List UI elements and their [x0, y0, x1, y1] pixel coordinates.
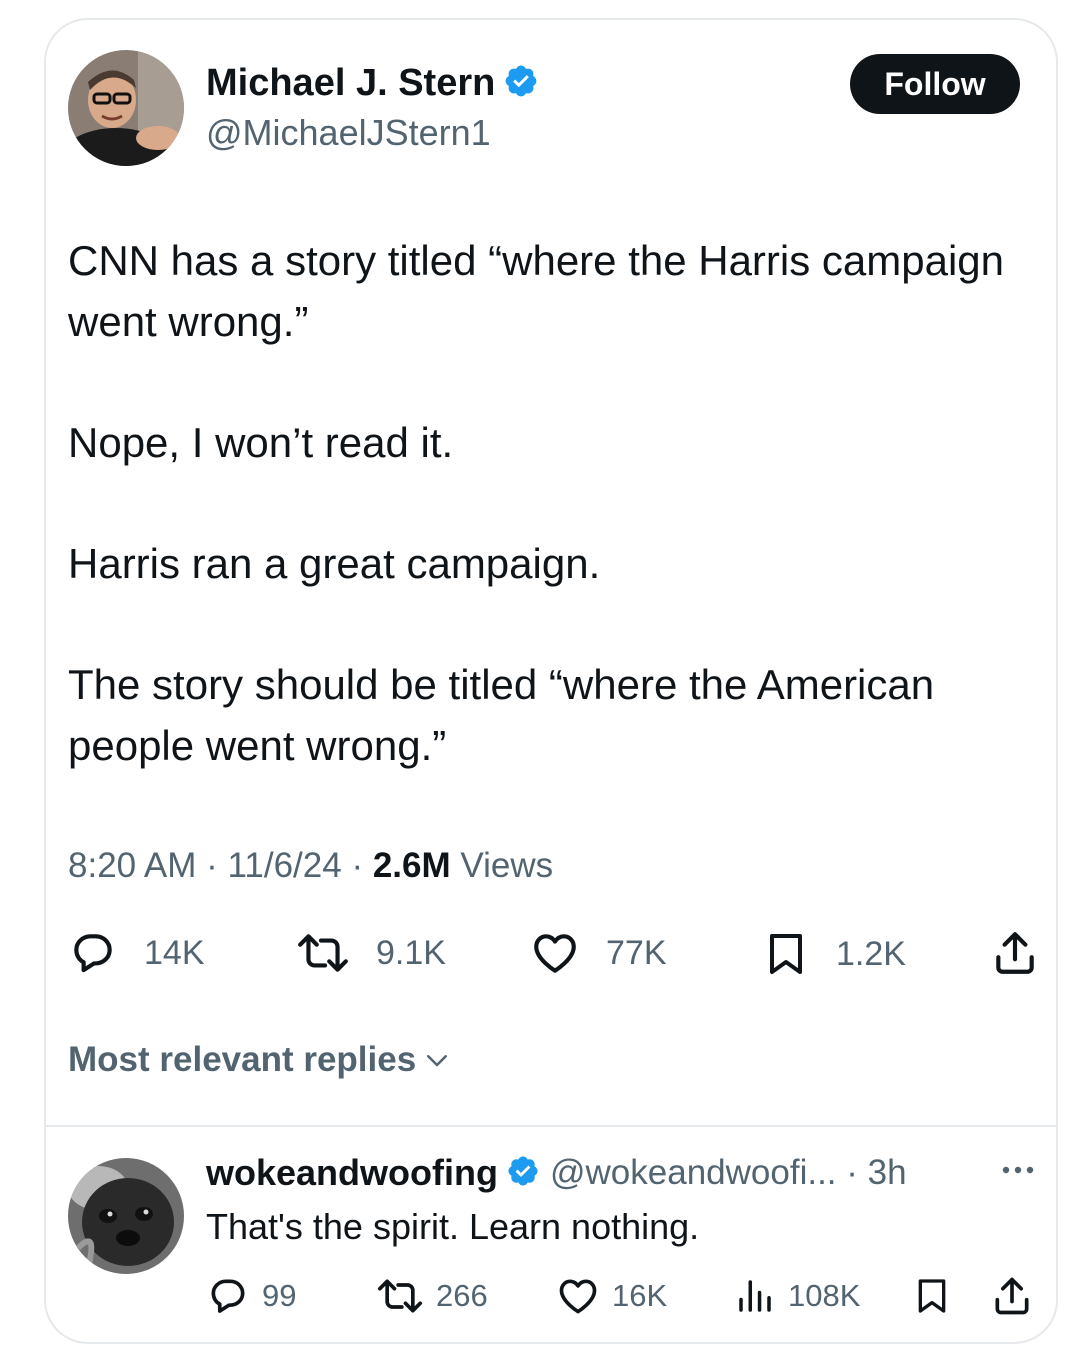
reply-icon [74, 934, 112, 973]
repost-icon [298, 934, 348, 972]
reply-avatar[interactable] [68, 1158, 184, 1274]
like-icon [534, 934, 576, 973]
tweet-paragraph: Harris ran a great campaign. [68, 540, 601, 587]
author-handle[interactable]: @MichaelJStern1 [206, 112, 491, 154]
reply-header: wokeandwoofing @wokeandwoofi... · 3h [206, 1152, 907, 1194]
reply-avatar-image [68, 1158, 184, 1274]
repost-count: 9.1K [376, 933, 446, 972]
reply-repost-count: 266 [436, 1278, 488, 1313]
reply-reply-action[interactable]: 99 [206, 1274, 296, 1318]
reply-repost-action[interactable]: 266 [376, 1274, 488, 1318]
reply-views-count: 108K [788, 1278, 861, 1313]
tweet-date[interactable]: 11/6/24 [228, 846, 342, 885]
more-icon[interactable] [998, 1160, 1038, 1185]
reply-bookmark-action[interactable] [912, 1274, 964, 1318]
replies-sort-dropdown[interactable]: Most relevant replies [68, 1040, 454, 1080]
verified-badge-icon [506, 1154, 540, 1193]
like-icon [559, 1279, 597, 1314]
views-count: 2.6M [372, 846, 451, 885]
tweet-paragraph: The story should be titled “where the Am… [68, 661, 935, 769]
reply-like-count: 16K [612, 1278, 668, 1313]
reply-views-action[interactable]: 108K [734, 1274, 860, 1318]
bookmark-icon [918, 1279, 946, 1313]
reply-like-action[interactable]: 16K [556, 1274, 667, 1318]
tweet-time[interactable]: 8:20 AM [68, 846, 196, 885]
chevron-down-icon [427, 1055, 448, 1067]
reply-count: 14K [144, 933, 205, 972]
share-action[interactable] [990, 928, 1056, 978]
reply-icon [211, 1279, 245, 1313]
author-avatar-image [68, 50, 184, 166]
repost-icon [378, 1279, 422, 1313]
follow-button[interactable]: Follow [850, 54, 1020, 114]
verified-badge-icon [503, 63, 539, 104]
divider [46, 1125, 1056, 1127]
like-action[interactable]: 77K [530, 928, 667, 978]
like-count: 77K [606, 933, 667, 972]
reply-display-name[interactable]: wokeandwoofing [206, 1152, 498, 1194]
author-display-name[interactable]: Michael J. Stern [206, 62, 495, 105]
tweet-paragraph: CNN has a story titled “where the Harris… [68, 237, 1005, 345]
bookmark-icon [770, 934, 802, 974]
bookmark-action[interactable]: 1.2K [762, 928, 906, 980]
tweet-paragraph: Nope, I won’t read it. [68, 419, 454, 466]
meta-separator: · [341, 846, 373, 885]
author-name-row: Michael J. Stern [206, 62, 539, 105]
tweet-card: Michael J. Stern @MichaelJStern1 Follow … [44, 18, 1058, 1344]
replies-sort-label: Most relevant replies [68, 1040, 417, 1079]
repost-action[interactable]: 9.1K [296, 928, 446, 978]
author-avatar[interactable] [68, 50, 184, 166]
reply-reply-count: 99 [262, 1278, 297, 1313]
share-icon [996, 932, 1034, 974]
reply-handle-time[interactable]: @wokeandwoofi... · 3h [550, 1153, 907, 1193]
views-icon [739, 1280, 771, 1312]
reply-action[interactable]: 14K [68, 928, 205, 978]
share-icon [995, 1277, 1029, 1315]
bookmark-count: 1.2K [836, 934, 906, 973]
meta-separator: · [196, 846, 228, 885]
reply-share-action[interactable] [990, 1274, 1046, 1318]
reply-text: That's the spirit. Learn nothing. [206, 1206, 700, 1247]
tweet-text: CNN has a story titled “where the Harris… [68, 230, 1028, 776]
tweet-meta: 8:20 AM · 11/6/24 · 2.6M Views [68, 846, 553, 886]
views-label: Views [450, 846, 554, 885]
